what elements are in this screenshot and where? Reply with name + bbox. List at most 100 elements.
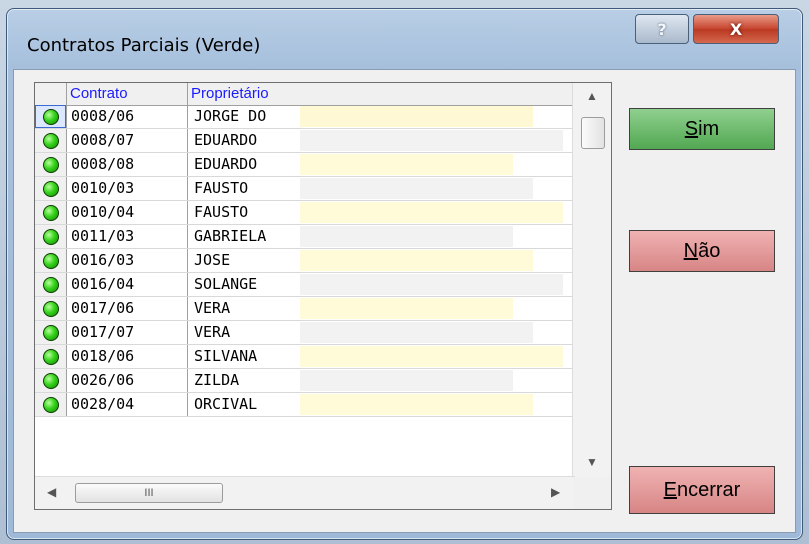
- close-button[interactable]: X: [693, 14, 779, 44]
- cell-highlight: [300, 106, 533, 127]
- proprietario-cell[interactable]: ORCIVAL: [188, 393, 573, 416]
- row-indicator[interactable]: [35, 225, 67, 248]
- contrato-column-header[interactable]: Contrato: [67, 83, 188, 105]
- dialog-client-area: Contrato Proprietário 0008/06 JORGE DO 000…: [13, 69, 796, 533]
- nao-label: ão: [698, 239, 721, 262]
- proprietario-column-header[interactable]: Proprietário: [188, 83, 573, 105]
- proprietario-text: VERA: [194, 299, 231, 317]
- contrato-cell[interactable]: 0017/06: [67, 297, 188, 320]
- cell-highlight: [300, 346, 563, 367]
- horizontal-scroll-thumb[interactable]: III: [75, 483, 223, 503]
- cell-highlight: [300, 394, 533, 415]
- table-row[interactable]: 0018/06 SILVANA: [35, 345, 573, 369]
- dialog-window: Contratos Parciais (Verde) ? X Contrato …: [6, 8, 803, 540]
- row-indicator[interactable]: [35, 129, 67, 152]
- green-led-icon: [42, 324, 59, 341]
- row-indicator[interactable]: [35, 393, 67, 416]
- contrato-cell[interactable]: 0008/08: [67, 153, 188, 176]
- proprietario-text: JOSE: [194, 251, 231, 269]
- contrato-cell[interactable]: 0016/04: [67, 273, 188, 296]
- contracts-grid[interactable]: Contrato Proprietário 0008/06 JORGE DO 000…: [34, 82, 612, 510]
- proprietario-cell[interactable]: JOSE: [188, 249, 573, 272]
- vertical-scrollbar[interactable]: ▲ ▼: [572, 83, 611, 477]
- contrato-cell[interactable]: 0011/03: [67, 225, 188, 248]
- proprietario-cell[interactable]: FAUSTO: [188, 201, 573, 224]
- scroll-corner: [573, 477, 611, 509]
- table-row[interactable]: 0011/03 GABRIELA: [35, 225, 573, 249]
- cell-highlight: [300, 226, 513, 247]
- cell-highlight: [300, 130, 563, 151]
- row-indicator[interactable]: [35, 249, 67, 272]
- green-led-icon: [42, 252, 59, 269]
- table-row[interactable]: 0017/06 VERA: [35, 297, 573, 321]
- contrato-cell[interactable]: 0026/06: [67, 369, 188, 392]
- contrato-cell[interactable]: 0008/07: [67, 129, 188, 152]
- row-indicator[interactable]: [35, 297, 67, 320]
- green-led-icon: [42, 348, 59, 365]
- scroll-left-arrow-icon[interactable]: ◀: [47, 485, 56, 499]
- contrato-cell[interactable]: 0017/07: [67, 321, 188, 344]
- proprietario-cell[interactable]: JORGE DO: [188, 105, 573, 128]
- green-led-icon: [42, 372, 59, 389]
- contrato-cell[interactable]: 0010/03: [67, 177, 188, 200]
- proprietario-cell[interactable]: VERA: [188, 321, 573, 344]
- cell-highlight: [300, 274, 563, 295]
- green-led-icon: [42, 396, 59, 413]
- proprietario-cell[interactable]: EDUARDO: [188, 129, 573, 152]
- row-indicator[interactable]: [35, 177, 67, 200]
- proprietario-text: GABRIELA: [194, 227, 267, 245]
- proprietario-cell[interactable]: FAUSTO: [188, 177, 573, 200]
- scroll-right-arrow-icon[interactable]: ▶: [551, 485, 560, 499]
- cell-highlight: [300, 154, 513, 175]
- contrato-cell[interactable]: 0018/06: [67, 345, 188, 368]
- proprietario-cell[interactable]: ZILDA: [188, 369, 573, 392]
- table-row[interactable]: 0026/06 ZILDA: [35, 369, 573, 393]
- encerrar-mnemonic: E: [663, 478, 677, 501]
- contrato-cell[interactable]: 0028/04: [67, 393, 188, 416]
- encerrar-button[interactable]: Encerrar: [629, 466, 775, 514]
- scroll-down-arrow-icon[interactable]: ▼: [586, 455, 598, 469]
- grid-header: Contrato Proprietário: [35, 83, 573, 106]
- proprietario-cell[interactable]: GABRIELA: [188, 225, 573, 248]
- proprietario-cell[interactable]: EDUARDO: [188, 153, 573, 176]
- scroll-up-arrow-icon[interactable]: ▲: [586, 89, 598, 103]
- table-row[interactable]: 0008/07 EDUARDO: [35, 129, 573, 153]
- table-row[interactable]: 0016/04 SOLANGE: [35, 273, 573, 297]
- cell-highlight: [300, 298, 513, 319]
- proprietario-cell[interactable]: VERA: [188, 297, 573, 320]
- contrato-cell[interactable]: 0010/04: [67, 201, 188, 224]
- sim-button[interactable]: Sim: [629, 108, 775, 150]
- cell-highlight: [300, 202, 563, 223]
- window-title: Contratos Parciais (Verde): [27, 35, 261, 56]
- proprietario-text: EDUARDO: [194, 131, 258, 149]
- row-indicator[interactable]: [35, 273, 67, 296]
- row-indicator[interactable]: [35, 369, 67, 392]
- title-bar[interactable]: Contratos Parciais (Verde) ? X: [7, 9, 802, 73]
- indicator-column-header[interactable]: [35, 83, 67, 105]
- nao-button[interactable]: Não: [629, 230, 775, 272]
- row-indicator[interactable]: [35, 201, 67, 224]
- contrato-cell[interactable]: 0008/06: [67, 105, 188, 128]
- row-indicator[interactable]: [35, 105, 67, 128]
- green-led-icon: [42, 300, 59, 317]
- table-row[interactable]: 0017/07 VERA: [35, 321, 573, 345]
- help-button[interactable]: ?: [635, 14, 689, 44]
- row-indicator[interactable]: [35, 321, 67, 344]
- green-led-icon: [42, 156, 59, 173]
- row-indicator[interactable]: [35, 345, 67, 368]
- table-row[interactable]: 0008/08 EDUARDO: [35, 153, 573, 177]
- table-row[interactable]: 0010/03 FAUSTO: [35, 177, 573, 201]
- horizontal-scrollbar[interactable]: ◀ III ▶: [35, 476, 575, 509]
- proprietario-text: SILVANA: [194, 347, 258, 365]
- encerrar-label: ncerrar: [676, 478, 741, 501]
- contrato-cell[interactable]: 0016/03: [67, 249, 188, 272]
- table-row[interactable]: 0010/04 FAUSTO: [35, 201, 573, 225]
- row-indicator[interactable]: [35, 153, 67, 176]
- table-row[interactable]: 0016/03 JOSE: [35, 249, 573, 273]
- vertical-scroll-thumb[interactable]: [581, 117, 605, 149]
- proprietario-cell[interactable]: SILVANA: [188, 345, 573, 368]
- table-row[interactable]: 0008/06 JORGE DO: [35, 105, 573, 129]
- table-row[interactable]: 0028/04 ORCIVAL: [35, 393, 573, 417]
- proprietario-cell[interactable]: SOLANGE: [188, 273, 573, 296]
- green-led-icon: [42, 132, 59, 149]
